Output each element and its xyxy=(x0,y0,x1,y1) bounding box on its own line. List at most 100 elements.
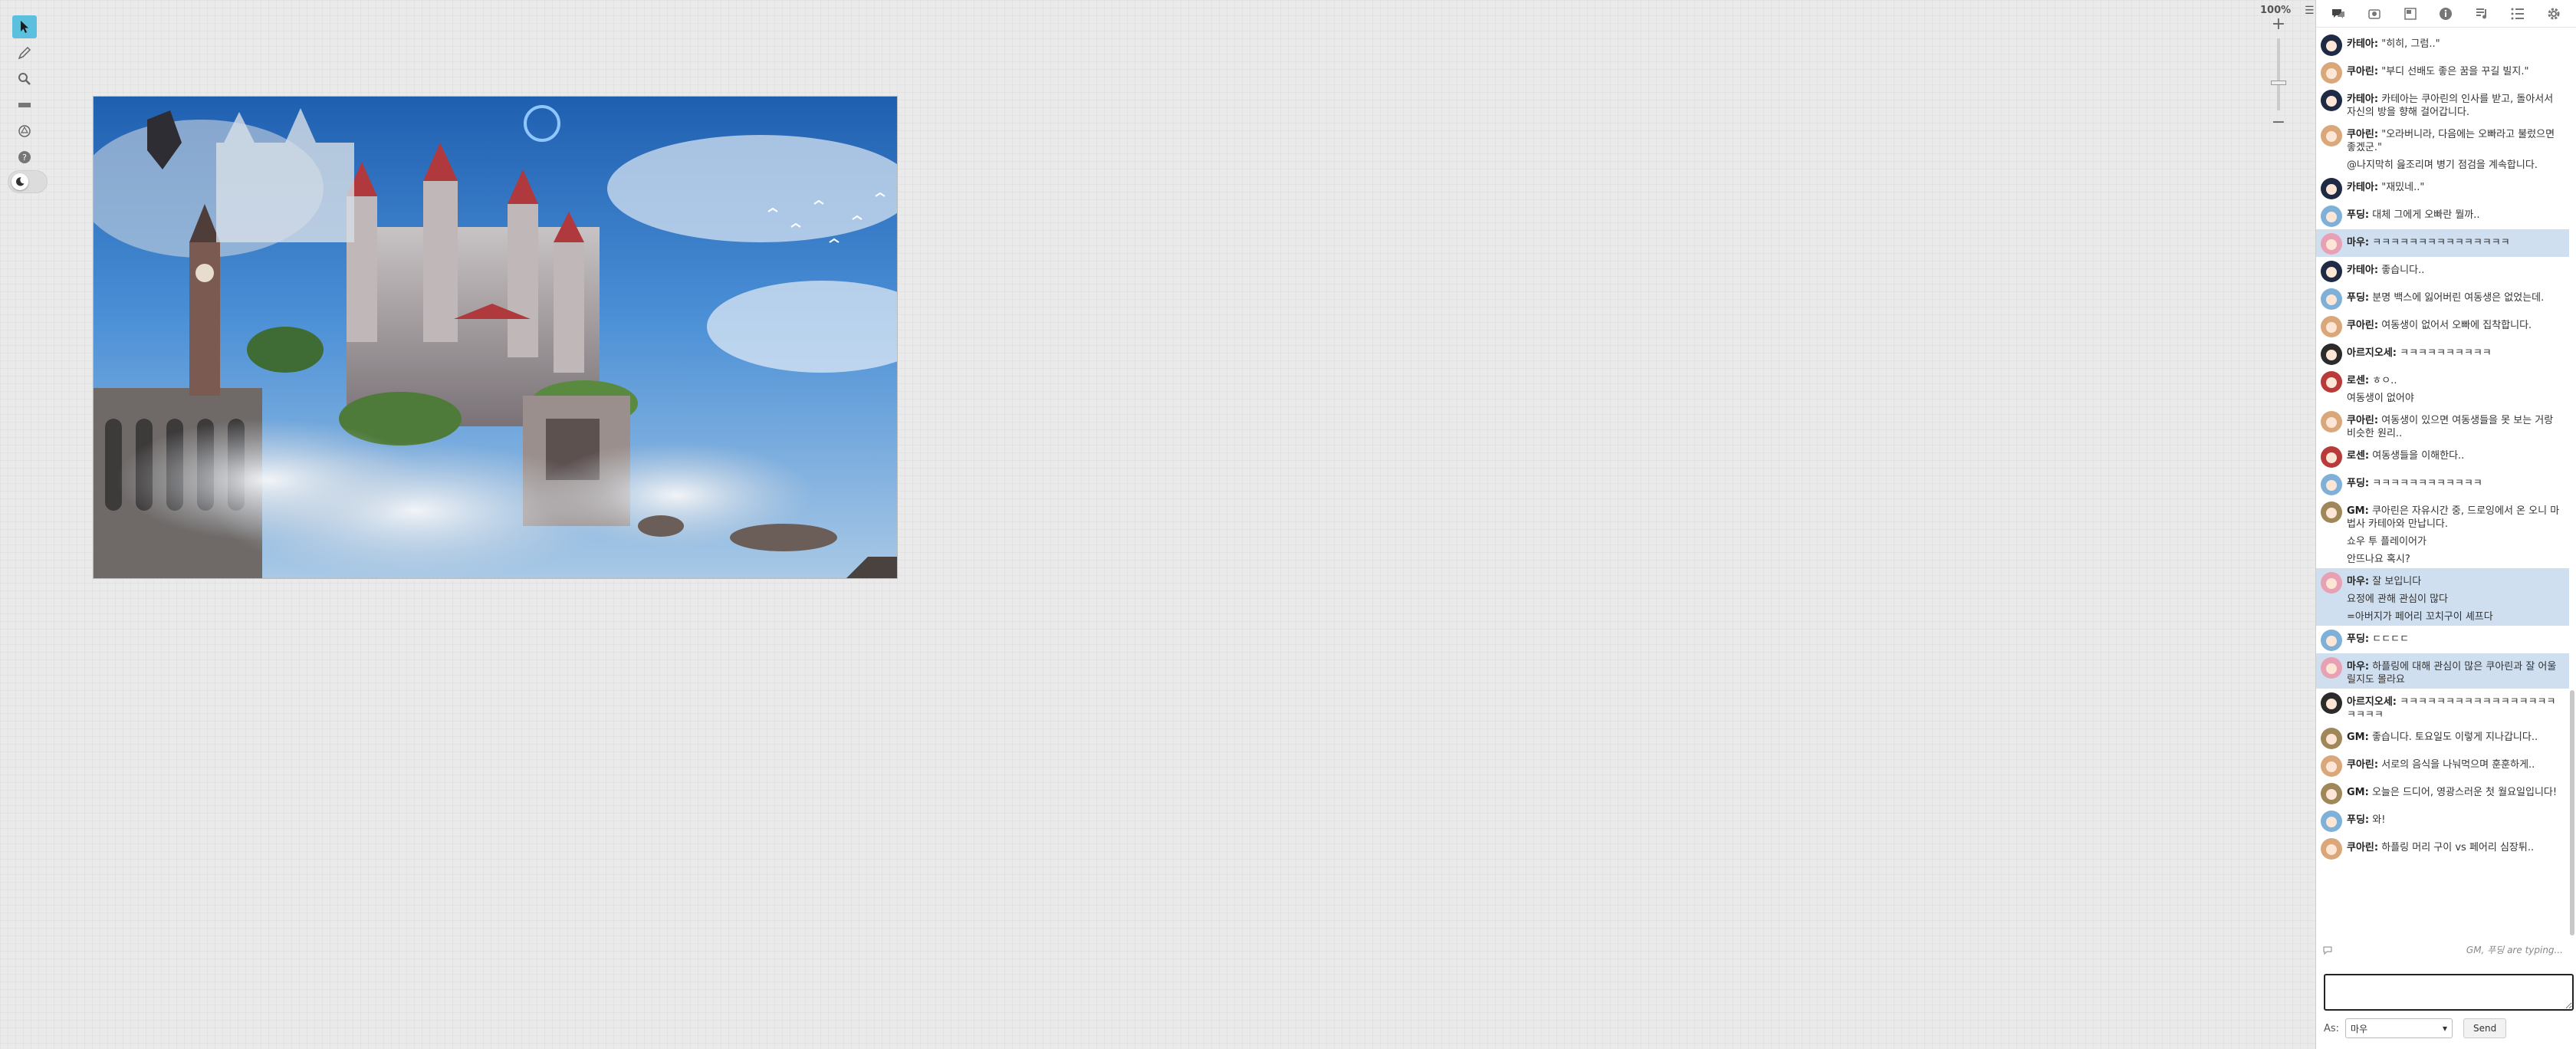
message-author: 푸딩: xyxy=(2347,633,2370,645)
message-author: 쿠아린: xyxy=(2347,320,2379,331)
message-text: 쇼우 투 플레이어가 xyxy=(2347,536,2426,548)
tab-chat[interactable] xyxy=(2328,4,2348,24)
chat-message: 쿠아린: 서로의 음식을 나눠먹으며 훈훈하게.. xyxy=(2316,751,2569,779)
message-author: 푸딩: xyxy=(2347,814,2370,826)
avatar[interactable] xyxy=(2321,572,2342,594)
help-tool[interactable]: ? xyxy=(12,146,37,169)
chat-scrollbar-thumb[interactable] xyxy=(2570,690,2574,936)
message-body: 쿠아린: 여동생이 없어서 오빠에 집착합니다. xyxy=(2347,314,2564,332)
message-author: 카테아: xyxy=(2347,265,2379,276)
ruler-icon xyxy=(18,103,31,107)
message-text: 좋습니다. 토요일도 이렇게 지나갑니다.. xyxy=(2371,732,2538,743)
message-body: 푸딩: 와! xyxy=(2347,809,2564,827)
message-author: 마우: xyxy=(2347,661,2370,672)
message-text: 오늘은 드디어, 영광스러운 첫 월요일입니다! xyxy=(2371,787,2558,798)
avatar[interactable] xyxy=(2321,657,2342,679)
avatar[interactable] xyxy=(2321,233,2342,255)
avatar[interactable] xyxy=(2321,755,2342,777)
speaking-as-select[interactable]: 마우 ▾ xyxy=(2345,1018,2453,1038)
avatar[interactable] xyxy=(2321,728,2342,749)
chat-message: 푸딩: 대체 그에게 오빠란 뭘까.. xyxy=(2316,202,2569,229)
avatar[interactable] xyxy=(2321,206,2342,227)
typing-text: GM, 푸딩 are typing... xyxy=(2466,945,2563,955)
chat-scrollbar[interactable] xyxy=(2568,31,2574,936)
avatar[interactable] xyxy=(2321,62,2342,84)
avatar[interactable] xyxy=(2321,411,2342,432)
tab-info[interactable] xyxy=(2436,4,2456,24)
zoom-slider[interactable]: + − xyxy=(2269,16,2288,132)
journal-icon xyxy=(2404,7,2417,20)
message-author: 아르지오세: xyxy=(2347,347,2397,359)
message-text: 하플링 머리 구이 vs 페어리 심장튀.. xyxy=(2381,842,2535,853)
message-text: ㅎㅇ.. xyxy=(2372,375,2397,386)
avatar[interactable] xyxy=(2321,288,2342,310)
tab-collection[interactable] xyxy=(2508,4,2528,24)
message-text: 대체 그에게 오빠란 뭘까.. xyxy=(2372,209,2480,221)
message-body: 카테아: 좋습니다.. xyxy=(2347,259,2564,277)
select-tool[interactable] xyxy=(12,15,37,38)
dice-icon xyxy=(18,125,31,137)
chat-message: 푸딩: ㅋㅋㅋㅋㅋㅋㅋㅋㅋㅋㅋㅋ xyxy=(2316,470,2569,498)
avatar[interactable] xyxy=(2321,501,2342,523)
chat-message: GM: 쿠아린은 자유시간 중, 드로잉에서 온 오니 마법사 카테아와 만납니… xyxy=(2316,498,2569,568)
sidebar-tabs xyxy=(2316,0,2576,28)
tab-settings[interactable] xyxy=(2544,4,2564,24)
tab-journal[interactable] xyxy=(2400,4,2420,24)
dice-tool[interactable] xyxy=(12,120,37,143)
avatar[interactable] xyxy=(2321,783,2342,804)
avatar[interactable] xyxy=(2321,446,2342,468)
chat-log[interactable]: 카테아: "히히, 그럼.." 쿠아린: "부디 선배도 좋은 꿈을 꾸길 빌지.… xyxy=(2316,31,2569,936)
tab-art-library[interactable] xyxy=(2364,4,2384,24)
avatar[interactable] xyxy=(2321,35,2342,56)
map-image-floating-castle[interactable] xyxy=(93,96,898,579)
message-text: ㅋㅋㅋㅋㅋㅋㅋㅋㅋㅋ xyxy=(2400,347,2492,359)
avatar[interactable] xyxy=(2321,692,2342,714)
dark-mode-toggle[interactable] xyxy=(8,170,48,193)
avatar[interactable] xyxy=(2321,630,2342,651)
avatar[interactable] xyxy=(2321,371,2342,393)
avatar[interactable] xyxy=(2321,344,2342,365)
message-body: 마우: 잘 보입니다 요정에 관해 관심이 많다 =아버지가 페어리 꼬치구이 셰프… xyxy=(2347,571,2564,623)
chat-message: 쿠아린: "오라버니라, 다음에는 오빠라고 불렀으면 좋겠군." @나지막히 읊… xyxy=(2316,121,2569,174)
chat-message: GM: 좋습니다. 토요일도 이렇게 지나갑니다.. xyxy=(2316,724,2569,751)
avatar[interactable] xyxy=(2321,125,2342,146)
avatar[interactable] xyxy=(2321,474,2342,495)
avatar[interactable] xyxy=(2321,811,2342,832)
avatar[interactable] xyxy=(2321,90,2342,111)
measure-tool[interactable] xyxy=(12,94,37,117)
avatar[interactable] xyxy=(2321,178,2342,199)
message-author: 쿠아린: xyxy=(2347,759,2379,771)
avatar[interactable] xyxy=(2321,838,2342,860)
chat-message: 마우: 하플링에 대해 관심이 많은 쿠아린과 잘 어울릴지도 몰라요 xyxy=(2316,653,2569,689)
message-author: 마우: xyxy=(2347,576,2370,587)
message-body: 마우: ㅋㅋㅋㅋㅋㅋㅋㅋㅋㅋㅋㅋㅋㅋㅋ xyxy=(2347,232,2564,249)
zoom-tool[interactable] xyxy=(12,67,37,90)
message-text: 분명 백스에 잃어버린 여동생은 없었는데. xyxy=(2372,292,2545,304)
art-library-icon xyxy=(2368,8,2380,19)
message-text: 여동생들을 이해한다.. xyxy=(2372,450,2465,462)
zoom-thumb[interactable] xyxy=(2271,80,2286,85)
pencil-icon xyxy=(18,46,31,60)
message-author: 로센: xyxy=(2347,375,2370,386)
avatar[interactable] xyxy=(2321,316,2342,337)
message-author: 카테아: xyxy=(2347,94,2379,105)
chat-input[interactable] xyxy=(2324,974,2574,1011)
chat-message: 카테아: 카테아는 쿠아린의 인사를 받고, 돌아서서 자신의 방을 향해 걸어… xyxy=(2316,86,2569,121)
zoom-in-icon[interactable]: + xyxy=(2270,16,2287,34)
message-author: GM: xyxy=(2347,787,2369,798)
zoom-track[interactable] xyxy=(2271,38,2286,111)
draw-tool[interactable] xyxy=(12,41,37,64)
tab-jukebox[interactable] xyxy=(2472,4,2492,24)
chat-message: 카테아: 좋습니다.. xyxy=(2316,257,2569,284)
message-body: GM: 쿠아린은 자유시간 중, 드로잉에서 온 오니 마법사 카테아와 만납니… xyxy=(2347,500,2564,566)
message-body: GM: 오늘은 드디어, 영광스러운 첫 월요일입니다! xyxy=(2347,781,2564,799)
collapse-sidebar-icon[interactable]: ☰ xyxy=(2305,5,2315,17)
message-author: 쿠아린: xyxy=(2347,66,2379,77)
send-button[interactable]: Send xyxy=(2463,1018,2507,1038)
message-author: 카테아: xyxy=(2347,38,2379,50)
message-body: 카테아: "재밌네.." xyxy=(2347,176,2564,194)
speaking-as-row: As: 마우 ▾ Send xyxy=(2324,1017,2574,1040)
zoom-out-icon[interactable]: − xyxy=(2270,114,2287,132)
speech-bubble-icon xyxy=(2322,945,2333,955)
avatar[interactable] xyxy=(2321,261,2342,282)
